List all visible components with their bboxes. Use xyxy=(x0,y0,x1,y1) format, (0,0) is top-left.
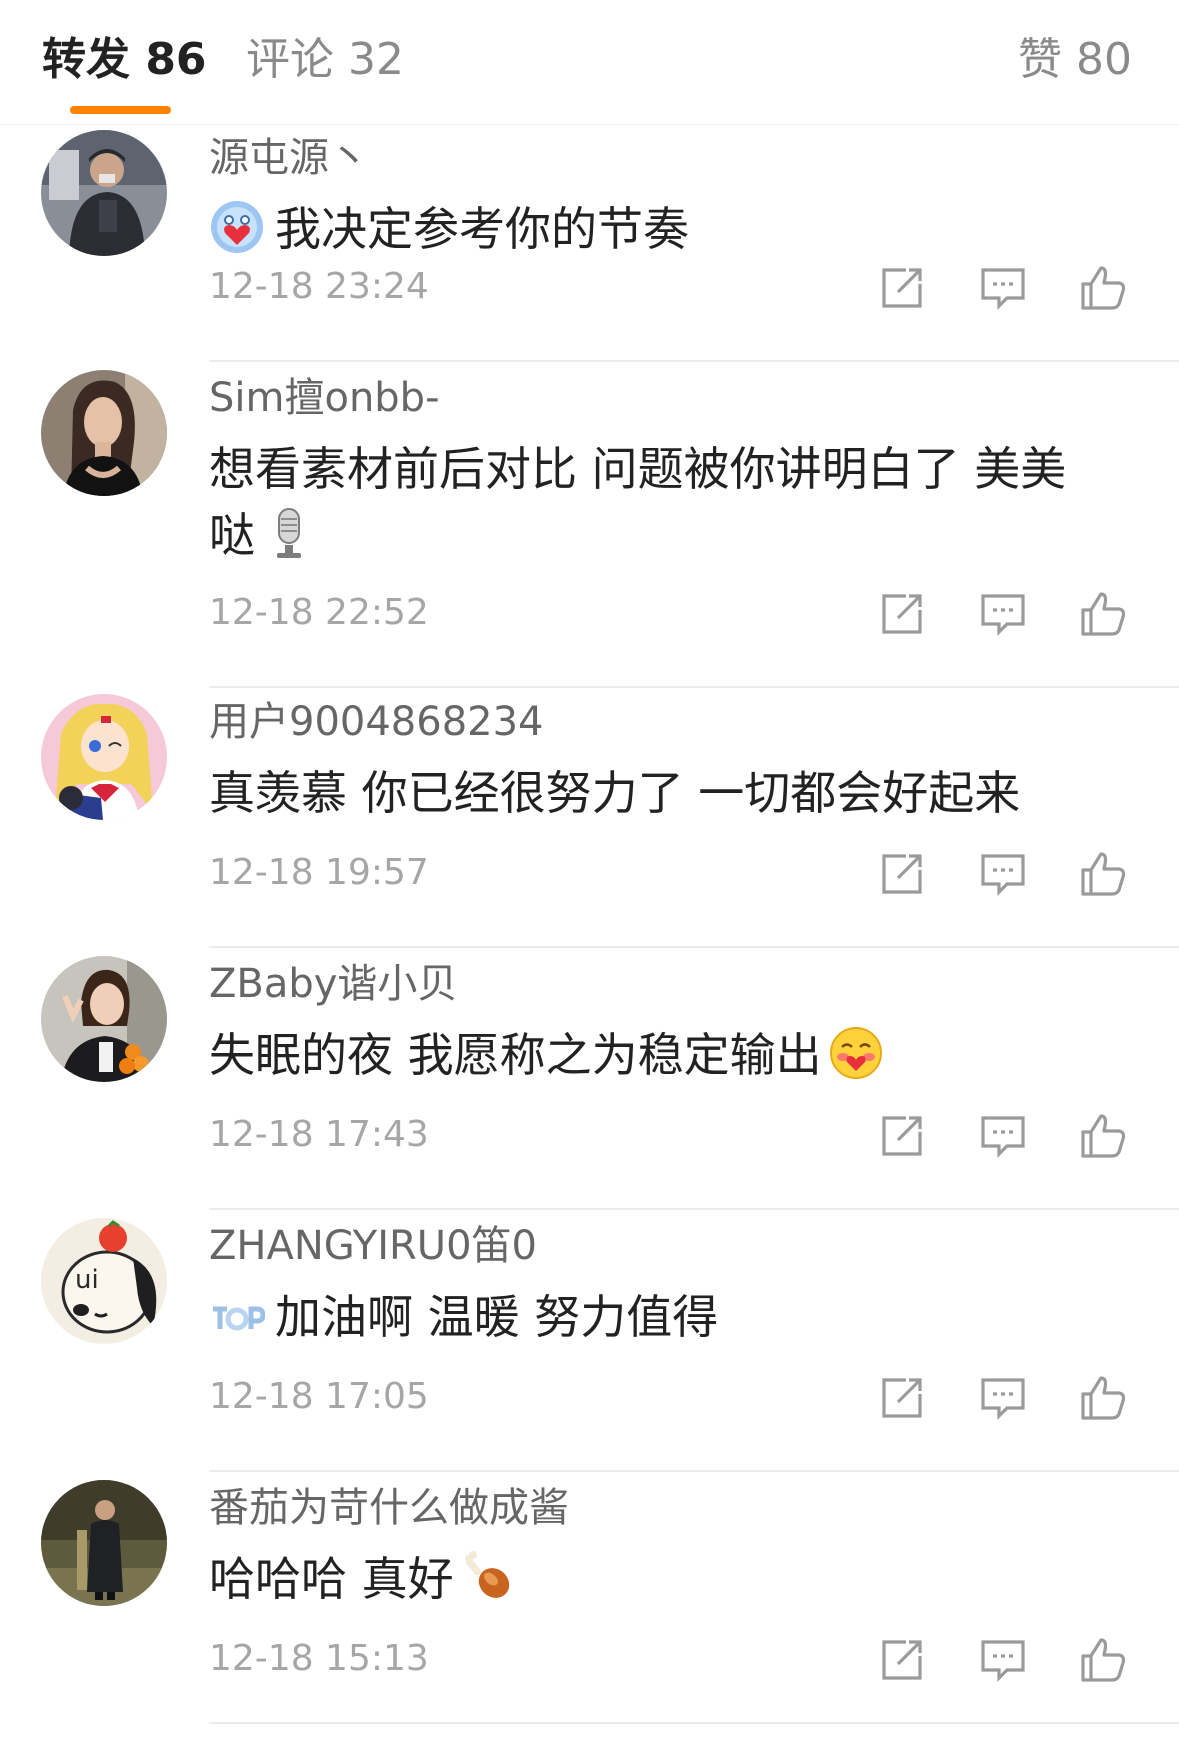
divider xyxy=(209,1722,1179,1724)
comment-text-value: 我决定参考你的节奏 xyxy=(275,202,689,256)
avatar[interactable]: ui xyxy=(41,1218,167,1344)
reply-icon[interactable] xyxy=(977,262,1029,314)
timestamp: 12-18 19:57 xyxy=(209,852,429,893)
repost-icon[interactable] xyxy=(876,262,928,314)
comment-item: 番茄为苛什么做成酱 哈哈哈 真好 12-18 15:13 xyxy=(0,1474,1179,1736)
timestamp: 12-18 15:13 xyxy=(209,1638,429,1679)
reply-icon[interactable] xyxy=(977,588,1029,640)
comment-text-value: 真羡慕 你已经很努力了 一切都会好起来 xyxy=(209,766,1021,820)
comment-text: 失眠的夜 我愿称之为稳定输出 xyxy=(209,1022,1099,1088)
comment-item: ZBaby谐小贝 失眠的夜 我愿称之为稳定输出 12-18 17:43 xyxy=(0,950,1179,1212)
heart-holding-emoji xyxy=(209,199,265,255)
repost-icon[interactable] xyxy=(876,1372,928,1424)
comment-item: 用户9004868234 真羡慕 你已经很努力了 一切都会好起来 12-18 1… xyxy=(0,688,1179,950)
comment-tabs-bar: 转发 86 评论 32 赞 80 xyxy=(0,0,1179,125)
chicken-leg-emoji xyxy=(460,1549,516,1605)
avatar[interactable] xyxy=(41,1480,167,1606)
divider xyxy=(209,360,1179,362)
comment-text: 哈哈哈 真好 xyxy=(209,1546,1099,1612)
active-tab-indicator xyxy=(70,106,171,114)
repost-icon[interactable] xyxy=(876,848,928,900)
avatar[interactable] xyxy=(41,370,167,496)
repost-icon[interactable] xyxy=(876,588,928,640)
top-badge-emoji xyxy=(209,1287,265,1343)
comment-text-value: 想看素材前后对比 问题被你讲明白了 美美哒 xyxy=(209,442,1067,562)
comment-item: ui ZHANGYIRU0笛0 加油啊 温暖 努力值得 12-18 17:05 xyxy=(0,1212,1179,1474)
comment-text: 想看素材前后对比 问题被你讲明白了 美美哒 xyxy=(209,436,1099,568)
reply-icon[interactable] xyxy=(977,1372,1029,1424)
username[interactable]: 用户9004868234 xyxy=(209,696,544,748)
comment-item: 源屯源丶 我决定参考你的节奏 12-18 23:24 xyxy=(0,124,1179,364)
avatar[interactable] xyxy=(41,956,167,1082)
username[interactable]: 番茄为苛什么做成酱 xyxy=(209,1482,569,1534)
blushing-face-emoji xyxy=(828,1025,884,1081)
comment-item: Sim擅onbb- 想看素材前后对比 问题被你讲明白了 美美哒 12-18 22… xyxy=(0,364,1179,688)
comment-text-value: 加油啊 温暖 努力值得 xyxy=(275,1290,719,1344)
divider xyxy=(209,1208,1179,1210)
microphone-emoji xyxy=(261,505,317,561)
reply-icon[interactable] xyxy=(977,848,1029,900)
comment-text-value: 哈哈哈 真好 xyxy=(209,1552,454,1606)
timestamp: 12-18 22:52 xyxy=(209,592,429,633)
like-icon[interactable] xyxy=(1077,1372,1129,1424)
comment-text: 真羡慕 你已经很努力了 一切都会好起来 xyxy=(209,760,1099,826)
like-icon[interactable] xyxy=(1077,848,1129,900)
username[interactable]: 源屯源丶 xyxy=(209,132,369,184)
reply-icon[interactable] xyxy=(977,1110,1029,1162)
like-icon[interactable] xyxy=(1077,1634,1129,1686)
like-icon[interactable] xyxy=(1077,262,1129,314)
timestamp: 12-18 23:24 xyxy=(209,266,429,307)
svg-text:ui: ui xyxy=(75,1265,99,1295)
reply-icon[interactable] xyxy=(977,1634,1029,1686)
username[interactable]: Sim擅onbb- xyxy=(209,372,440,424)
comment-text-value: 失眠的夜 我愿称之为稳定输出 xyxy=(209,1028,822,1082)
like-icon[interactable] xyxy=(1077,588,1129,640)
comment-list: 源屯源丶 我决定参考你的节奏 12-18 23:24 Sim擅onbb- 想看素… xyxy=(0,124,1179,1736)
divider xyxy=(209,1470,1179,1472)
repost-icon[interactable] xyxy=(876,1110,928,1162)
tab-comment[interactable]: 评论 32 xyxy=(246,32,404,88)
avatar[interactable] xyxy=(41,694,167,820)
tab-like[interactable]: 赞 80 xyxy=(1018,32,1132,88)
divider xyxy=(209,946,1179,948)
comment-text: 我决定参考你的节奏 xyxy=(209,196,1099,262)
tab-repost[interactable]: 转发 86 xyxy=(42,32,207,88)
repost-icon[interactable] xyxy=(876,1634,928,1686)
comment-text: 加油啊 温暖 努力值得 xyxy=(209,1284,1099,1350)
timestamp: 12-18 17:05 xyxy=(209,1376,429,1417)
username[interactable]: ZHANGYIRU0笛0 xyxy=(209,1220,537,1272)
avatar[interactable] xyxy=(41,130,167,256)
like-icon[interactable] xyxy=(1077,1110,1129,1162)
timestamp: 12-18 17:43 xyxy=(209,1114,429,1155)
username[interactable]: ZBaby谐小贝 xyxy=(209,958,457,1010)
